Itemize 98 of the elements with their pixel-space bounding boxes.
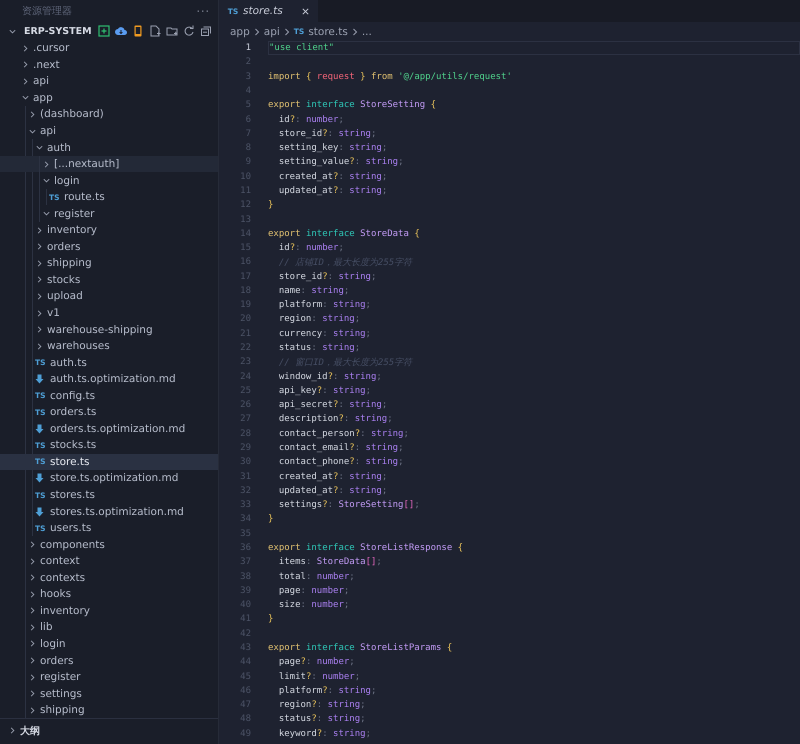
tree-item[interactable]: warehouses	[0, 338, 218, 354]
code-line: export interface StoreListResponse {	[268, 542, 464, 555]
new-item-icon[interactable]	[98, 25, 110, 37]
phone-icon[interactable]	[132, 25, 144, 37]
tree-item[interactable]: hooks	[0, 586, 218, 603]
code-line: export interface StoreListParams {	[268, 642, 454, 655]
tree-item[interactable]: auth.ts.optimization.md	[0, 370, 218, 388]
tree-item[interactable]: orders	[0, 652, 218, 669]
code-line: api_key?: string;	[278, 384, 372, 398]
code-line: updated_at?: string;	[278, 484, 388, 498]
code-line: status?: string;	[278, 713, 367, 726]
tree-item[interactable]: v1	[0, 304, 218, 322]
code-line: platform: string;	[278, 299, 372, 312]
close-icon[interactable]	[300, 6, 310, 16]
code-line: contact_phone?: string;	[278, 456, 404, 470]
download-arrow-icon	[35, 506, 44, 517]
tree-item[interactable]: shipping	[0, 702, 218, 718]
tree-item[interactable]: api	[0, 122, 218, 140]
code-line: setting_value?: string;	[278, 156, 404, 170]
tree-item[interactable]: register	[0, 205, 218, 222]
more-actions-button[interactable]: ···	[196, 4, 210, 18]
project-name[interactable]: ERP-SYSTEM	[24, 26, 94, 36]
code-line: }	[268, 199, 274, 212]
tree-item[interactable]: components	[0, 536, 218, 553]
chevron-right-icon	[282, 28, 291, 36]
refresh-icon[interactable]	[183, 25, 195, 37]
panel-title: 资源管理器	[22, 5, 72, 18]
tree-item[interactable]: auth	[0, 139, 218, 156]
tree-item[interactable]: lib	[0, 619, 218, 636]
tree-item[interactable]: warehouse-shipping	[0, 321, 218, 338]
tree-item[interactable]: register	[0, 668, 218, 686]
code-line: }	[268, 613, 274, 626]
tree-item[interactable]: app	[0, 90, 218, 106]
code-line: items: StoreData[];	[278, 556, 383, 570]
tree-item[interactable]: store.ts.optimization.md	[0, 470, 218, 487]
tree-item[interactable]: stores.ts.optimization.md	[0, 503, 218, 520]
code-line: contact_person?: string;	[278, 428, 410, 441]
tree-item[interactable]: context	[0, 552, 218, 570]
code-line: keyword?: string;	[278, 728, 372, 741]
download-arrow-icon	[35, 473, 44, 484]
code-line: settings?: StoreSetting[];	[278, 499, 421, 512]
tree-item[interactable]: orders.ts.optimization.md	[0, 420, 218, 438]
breadcrumb-item[interactable]: ...	[362, 26, 372, 38]
code-line: limit?: number;	[278, 670, 362, 684]
tree-item[interactable]: [...nextauth]	[0, 156, 218, 172]
code-line: created_at?: string;	[278, 170, 388, 184]
code-line: id?: number;	[278, 114, 345, 127]
tree-item[interactable]: stocks	[0, 272, 218, 288]
code-line: description?: string;	[278, 413, 394, 426]
code-line: store_id?: string;	[278, 270, 378, 284]
collapse-all-icon[interactable]	[200, 25, 212, 37]
tree-item[interactable]: upload	[0, 288, 218, 305]
code-line: window_id?: string;	[278, 370, 383, 384]
code-line: }	[268, 513, 274, 526]
code-line: created_at?: string;	[278, 470, 388, 484]
breadcrumb-item[interactable]: store.ts	[308, 26, 348, 38]
code-line: export interface StoreSetting {	[268, 99, 437, 112]
tree-item[interactable]: .cursor	[0, 40, 218, 57]
tree-item[interactable]: api	[0, 73, 218, 90]
code-line: total: number;	[278, 570, 356, 584]
tree-item[interactable]: login	[0, 636, 218, 652]
code-line: store_id?: string;	[278, 128, 378, 141]
tree-item[interactable]: shipping	[0, 255, 218, 272]
download-arrow-icon	[35, 374, 44, 384]
code-line: platform?: string;	[278, 684, 378, 698]
code-line: region: string;	[278, 313, 362, 326]
tree-item[interactable]: contexts	[0, 570, 218, 586]
code-line: updated_at?: string;	[278, 184, 388, 198]
code-line: setting_key: string;	[278, 142, 388, 156]
tree-item[interactable]: orders	[0, 238, 218, 256]
line-number: 1	[244, 43, 251, 54]
code-line: size: number;	[278, 599, 350, 612]
new-file-icon[interactable]	[149, 25, 161, 37]
code-line: name: string;	[278, 284, 350, 298]
code-line: region?: string;	[278, 699, 367, 712]
code-line: api_secret?: string;	[278, 399, 388, 412]
code-line: status: string;	[278, 342, 362, 356]
code-line: currency: string;	[278, 328, 372, 341]
tree-item[interactable]: .next	[0, 56, 218, 74]
tree-item[interactable]: inventory	[0, 602, 218, 620]
code-line: page: number;	[278, 584, 350, 598]
code-line: export interface StoreData {	[268, 228, 421, 241]
new-folder-icon[interactable]	[166, 25, 178, 37]
chevron-right-icon	[252, 28, 261, 36]
outline-section[interactable]: 大纲	[20, 724, 40, 738]
code-line: import { request } from '@/app/utils/request'	[268, 70, 513, 84]
tree-item[interactable]: login	[0, 172, 218, 189]
tree-item[interactable]: inventory	[0, 222, 218, 239]
tree-item[interactable]: settings	[0, 685, 218, 702]
download-arrow-icon	[35, 424, 44, 434]
tree-item[interactable]: (dashboard)	[0, 106, 218, 123]
chevron-right-icon	[350, 28, 359, 36]
breadcrumb-item[interactable]: app	[230, 26, 250, 38]
code-line: id?: number;	[278, 242, 345, 256]
code-line: contact_email?: string;	[278, 442, 404, 456]
breadcrumb-item[interactable]: api	[264, 26, 280, 38]
cloud-icon[interactable]	[115, 25, 127, 37]
code-line: page?: number;	[278, 656, 356, 670]
